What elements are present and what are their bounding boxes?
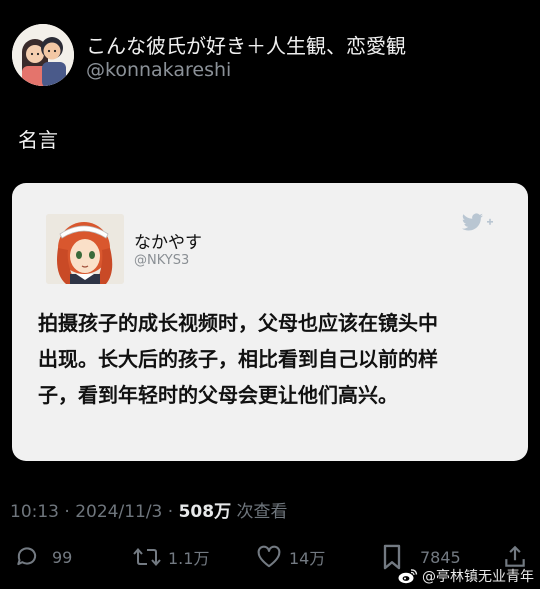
twitter-bird-icon[interactable] [458, 212, 496, 234]
couple-avatar-icon [12, 24, 74, 86]
tweet-meta: 10:13 · 2024/11/3 · 508万 次查看 [10, 497, 288, 522]
author-handle[interactable]: @konnakareshi [86, 59, 231, 81]
weibo-logo-icon [398, 569, 418, 584]
heart-icon [257, 545, 281, 568]
timestamp[interactable]: 10:13 · 2024/11/3 · [10, 502, 179, 522]
anime-maid-avatar-icon [46, 214, 124, 284]
tweet-text: 名言 [18, 128, 58, 152]
retweet-icon [133, 547, 161, 567]
weibo-watermark: @亭林镇无业青年 [398, 566, 534, 586]
author-avatar[interactable] [12, 24, 74, 86]
retweet-button[interactable]: 1.1万 [132, 540, 209, 574]
quoted-author-name[interactable]: なかやす [134, 228, 202, 253]
quoted-author-avatar[interactable] [46, 214, 124, 284]
quoted-tweet-text: 拍摄孩子的成长视频时，父母也应该在镜头中 出现。长大后的孩子，相比看到自己以前的… [38, 311, 438, 407]
retweet-count: 1.1万 [168, 549, 210, 568]
quoted-tweet-card[interactable]: なかやす @NKYS3 拍摄孩子的成长视频时，父母也应该在镜头中 出现。长大后的… [12, 183, 528, 461]
watermark-text: @亭林镇无业青年 [422, 569, 534, 585]
reply-count: 99 [52, 547, 73, 567]
like-count: 14万 [289, 549, 326, 568]
quoted-author-handle[interactable]: @NKYS3 [134, 253, 189, 268]
reply-icon [17, 547, 37, 566]
views-count: 508万 [178, 502, 232, 522]
author-name[interactable]: こんな彼氏が好き＋人生観、恋愛観 [86, 30, 406, 59]
like-button[interactable]: 14万 [255, 540, 325, 574]
bookmark-count: 7845 [420, 547, 461, 567]
views-label: 次查看 [231, 502, 288, 522]
reply-button[interactable]: 99 [14, 540, 72, 574]
